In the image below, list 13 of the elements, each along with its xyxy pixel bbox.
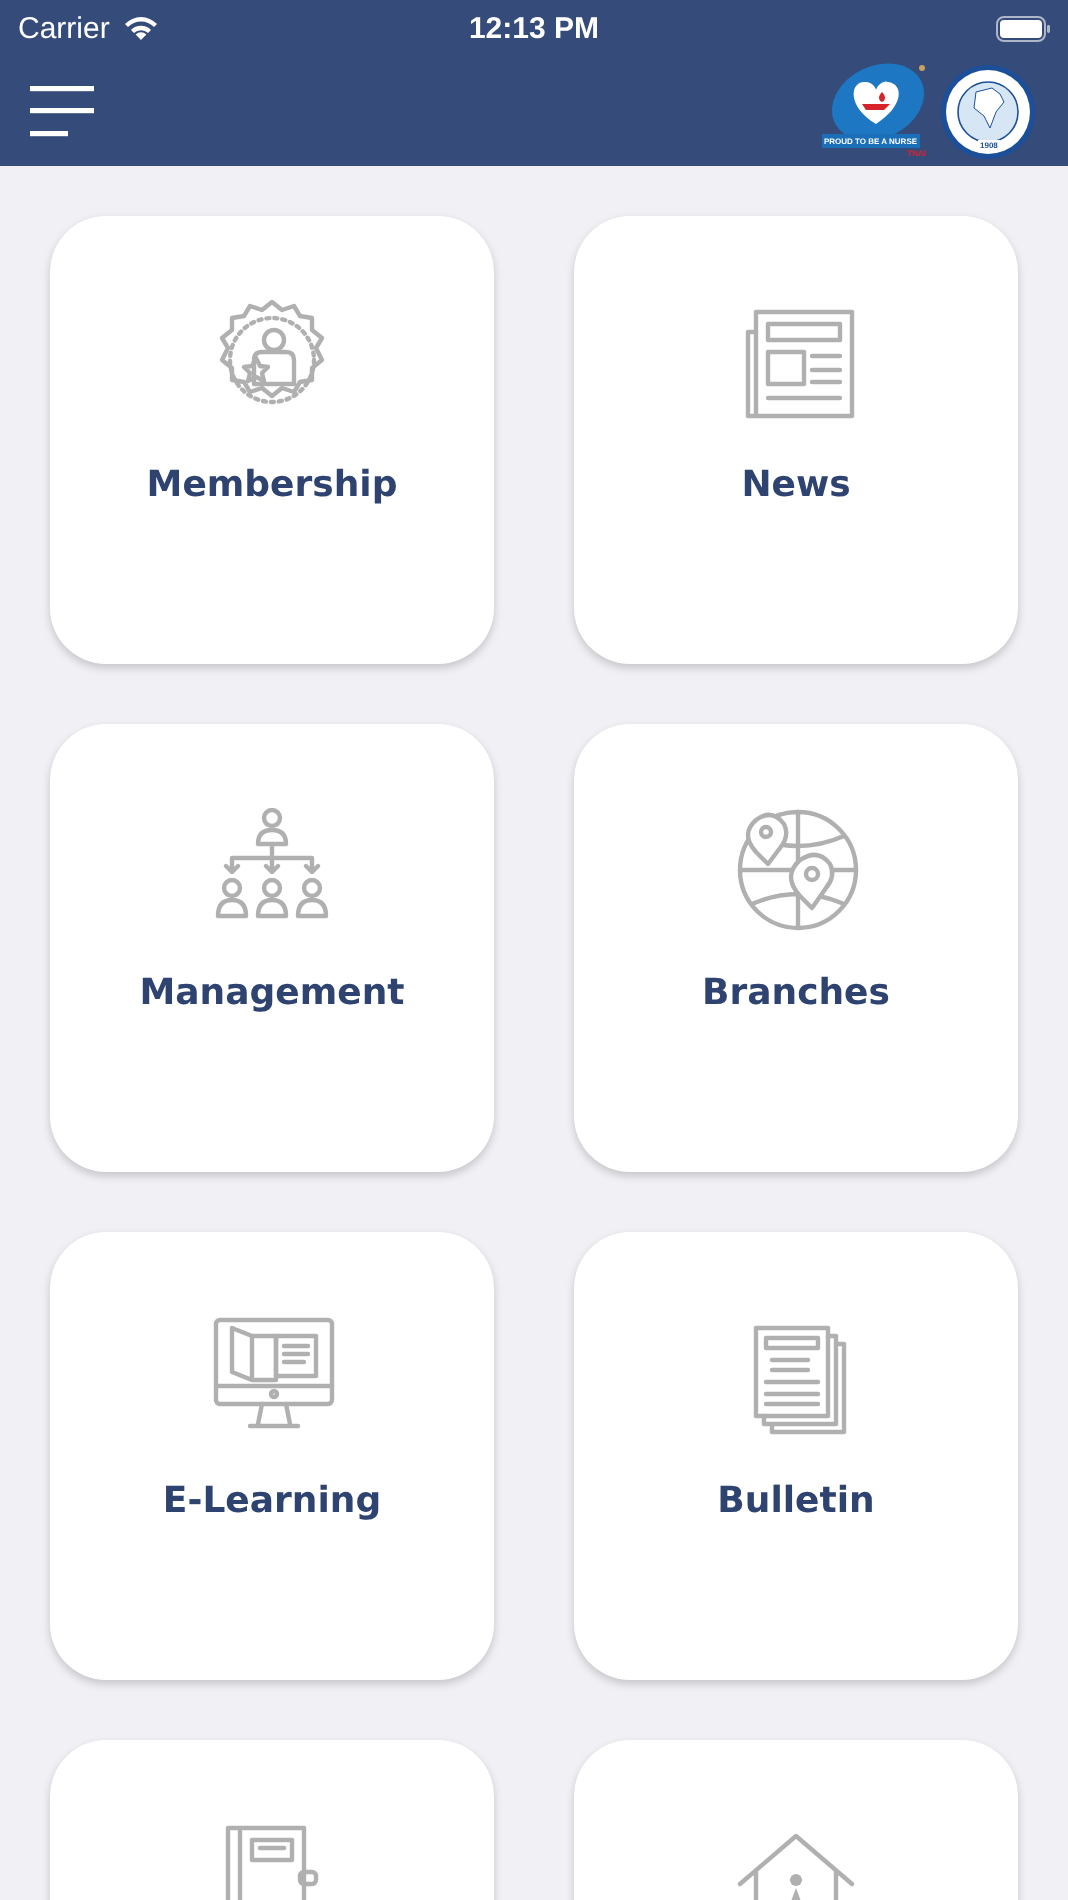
menu-tile[interactable]: E-Learning	[50, 1232, 494, 1680]
menu-icon[interactable]	[30, 85, 94, 137]
menu-tile[interactable]: Management	[50, 724, 494, 1172]
menu-tile[interactable]: Bulletin	[574, 1232, 1018, 1680]
battery-icon	[996, 15, 1052, 41]
menu-tile[interactable]: Branches	[574, 724, 1018, 1172]
seal-logo	[940, 63, 1036, 159]
menu-tile[interactable]: News	[574, 216, 1018, 664]
menu-tile[interactable]: Membership	[50, 216, 494, 664]
clock-time: 12:13 PM	[468, 11, 600, 45]
wifi-icon	[121, 14, 160, 42]
globe-pin-icon	[732, 804, 860, 932]
carrier-label: Carrier	[18, 11, 110, 45]
